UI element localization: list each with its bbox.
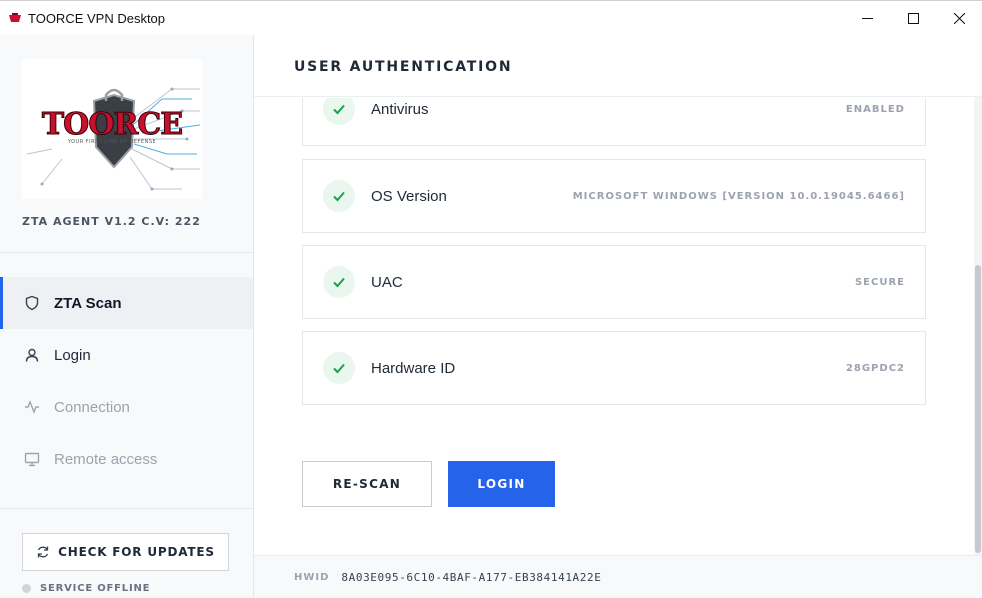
user-icon: [24, 347, 40, 363]
hwid-label: HWID: [294, 571, 330, 583]
check-item-os-version: OS Version MICROSOFT WINDOWS [VERSION 10…: [302, 159, 926, 233]
sidebar-item-label: ZTA Scan: [54, 294, 122, 312]
footer: HWID 8A03E095-6C10-4BAF-A177-EB384141A22…: [254, 555, 982, 598]
rescan-button[interactable]: RE-SCAN: [302, 461, 432, 507]
logo-tagline: YOUR FIRST LINE OF DEFENSE: [67, 139, 157, 145]
refresh-icon: [38, 546, 49, 558]
divider: [0, 252, 253, 253]
sidebar-item-label: Remote access: [54, 450, 158, 468]
window-title: TOORCE VPN Desktop: [28, 10, 166, 26]
hwid-value: 8A03E095-6C10-4BAF-A177-EB384141A22E: [341, 570, 602, 584]
check-icon: [323, 266, 355, 298]
page-title: USER AUTHENTICATION: [294, 59, 513, 75]
minimize-button[interactable]: [844, 1, 890, 35]
check-value: MICROSOFT WINDOWS [VERSION 10.0.19045.64…: [572, 191, 905, 202]
check-item-hardware-id: Hardware ID 28GPDC2: [302, 331, 926, 405]
activity-icon: [24, 399, 40, 415]
service-status: SERVICE OFFLINE: [22, 583, 150, 594]
close-icon: [953, 12, 965, 24]
update-button-label: CHECK FOR UPDATES: [58, 545, 215, 559]
check-item-uac: UAC SECURE: [302, 245, 926, 319]
logo-brand-text: TOORCE: [41, 107, 183, 143]
agent-version: ZTA AGENT V1.2 C.V: 222: [22, 215, 201, 228]
sidebar-item-connection[interactable]: Connection: [0, 381, 253, 433]
monitor-icon: [24, 451, 40, 467]
sidebar-item-label: Login: [54, 346, 91, 364]
check-for-updates-button[interactable]: CHECK FOR UPDATES: [22, 533, 229, 571]
window-controls: [844, 1, 982, 35]
main-panel: USER AUTHENTICATION Antivirus ENABLED OS…: [254, 35, 982, 598]
brand-logo: TOORCE YOUR FIRST LINE OF DEFENSE: [22, 59, 202, 199]
vertical-scrollbar[interactable]: [974, 97, 982, 555]
check-label: Antivirus: [371, 101, 429, 118]
app-icon: [8, 11, 22, 25]
close-button[interactable]: [936, 1, 982, 35]
sidebar-item-login[interactable]: Login: [0, 329, 253, 381]
login-button[interactable]: LOGIN: [448, 461, 555, 507]
scan-results: Antivirus ENABLED OS Version MICROSOFT W…: [254, 98, 974, 554]
check-label: UAC: [371, 274, 403, 291]
check-icon: [323, 352, 355, 384]
scrollbar-thumb[interactable]: [975, 265, 981, 553]
status-dot-icon: [22, 584, 31, 593]
check-label: Hardware ID: [371, 360, 456, 377]
check-icon: [323, 98, 355, 125]
check-value: 28GPDC2: [845, 363, 905, 374]
maximize-button[interactable]: [890, 1, 936, 35]
sidebar-nav: ZTA Scan Login Connection Remote access: [0, 277, 253, 485]
title-bar[interactable]: TOORCE VPN Desktop: [0, 1, 982, 35]
app-window: TOORCE VPN Desktop TOORCE YOUR FIRST LIN…: [0, 0, 982, 598]
service-status-label: SERVICE OFFLINE: [40, 583, 151, 594]
minimize-icon: [861, 17, 873, 19]
shield-icon: [24, 295, 40, 311]
check-item-antivirus: Antivirus ENABLED: [302, 98, 926, 146]
check-label: OS Version: [371, 188, 447, 205]
sidebar-item-zta-scan[interactable]: ZTA Scan: [0, 277, 253, 329]
check-value: ENABLED: [845, 104, 905, 115]
check-value: SECURE: [854, 277, 905, 288]
maximize-icon: [907, 12, 919, 24]
sidebar-item-label: Connection: [54, 398, 130, 416]
sidebar: TOORCE YOUR FIRST LINE OF DEFENSE ZTA AG…: [0, 35, 254, 598]
sidebar-item-remote-access[interactable]: Remote access: [0, 433, 253, 485]
divider: [0, 508, 253, 509]
main-header: USER AUTHENTICATION: [254, 35, 982, 97]
check-icon: [323, 180, 355, 212]
